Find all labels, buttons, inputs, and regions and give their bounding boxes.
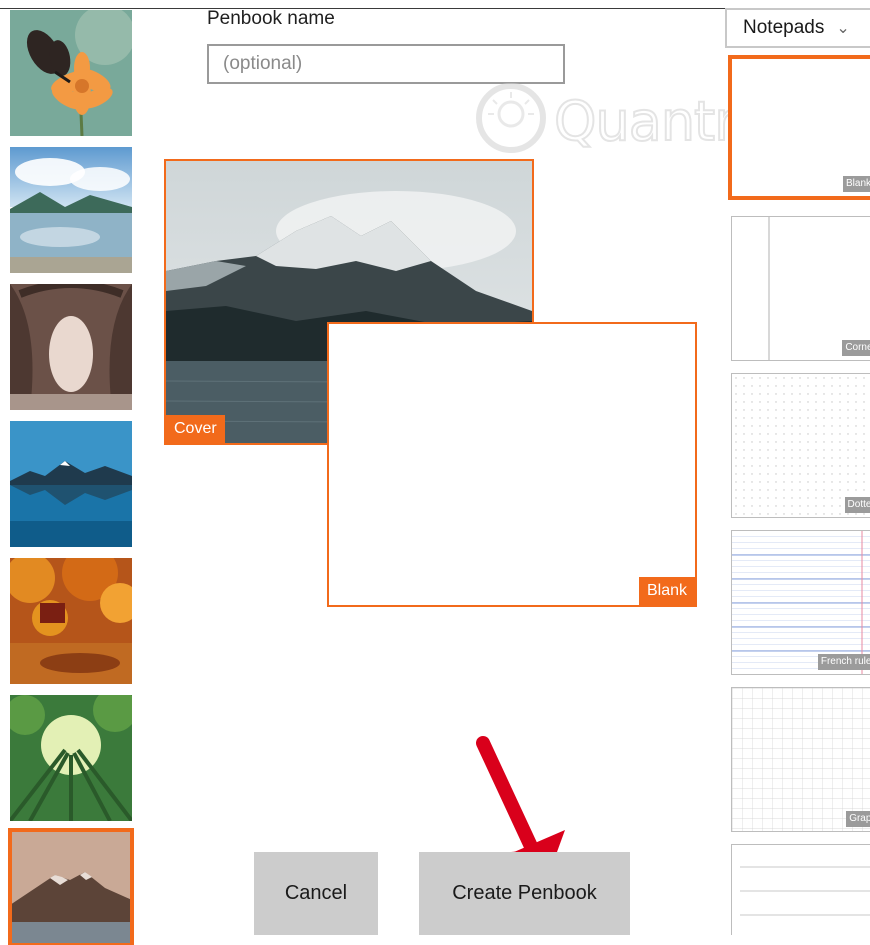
- ruled-lines: [740, 866, 870, 916]
- template-cornell[interactable]: Cornell: [731, 216, 870, 361]
- cover-thumb-blue-lake[interactable]: [10, 421, 132, 547]
- penbook-name-label: Penbook name: [207, 8, 335, 29]
- cover-thumb-snowy-mountain[interactable]: [8, 828, 134, 945]
- page-preview: Blank: [327, 322, 697, 607]
- template-label: Dotted: [844, 497, 870, 513]
- template-dotted[interactable]: Dotted: [731, 373, 870, 518]
- template-label: Graph: [846, 811, 870, 827]
- template-blank[interactable]: Blank: [728, 55, 870, 200]
- cover-thumb-tree-tunnel[interactable]: [10, 284, 132, 410]
- cover-tag: Cover: [166, 415, 225, 443]
- template-graph[interactable]: Graph: [731, 687, 870, 832]
- cover-thumb-butterfly[interactable]: [10, 10, 132, 136]
- cover-thumb-lake-clouds[interactable]: [10, 147, 132, 273]
- template-french-ruled[interactable]: French ruled: [731, 530, 870, 675]
- template-ruled[interactable]: [731, 844, 870, 935]
- chevron-down-icon: ⌄: [836, 20, 850, 37]
- dropdown-selected-label: Notepads: [743, 17, 825, 38]
- create-penbook-button[interactable]: Create Penbook: [419, 852, 630, 935]
- template-category-dropdown[interactable]: Notepads ⌄: [725, 8, 870, 48]
- template-label: Blank: [842, 176, 870, 192]
- page-template-tag: Blank: [638, 577, 695, 605]
- cover-thumb-autumn[interactable]: [10, 558, 132, 684]
- template-label: French ruled: [817, 654, 870, 670]
- cancel-button[interactable]: Cancel: [254, 852, 378, 935]
- template-label: Cornell: [842, 340, 870, 356]
- cover-thumb-bamboo[interactable]: [10, 695, 132, 821]
